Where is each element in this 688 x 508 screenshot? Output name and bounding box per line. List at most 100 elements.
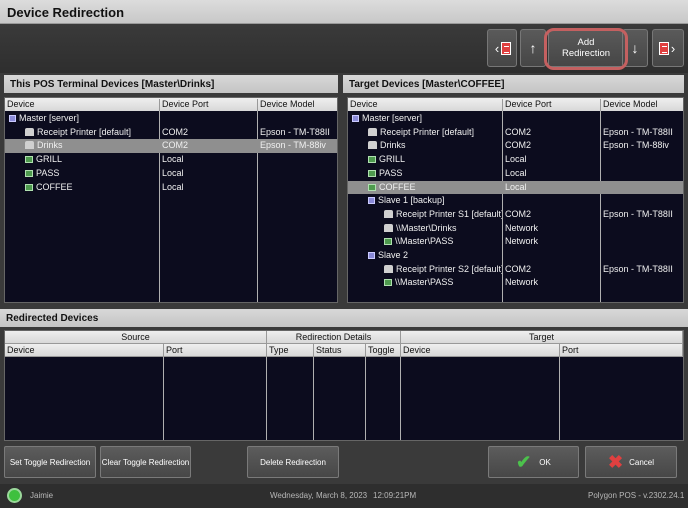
column-target-device[interactable]: Device (401, 344, 560, 357)
device-name-text: COFFEE (36, 181, 73, 192)
current-time: 12:09:21PM (373, 491, 417, 500)
device-row[interactable]: Drinks COM2 Epson - TM-88iv (5, 139, 337, 154)
set-toggle-redirection-button[interactable]: Set Toggle Redirection (4, 446, 96, 478)
right-device-tree[interactable]: Device Device Port Device Model Master [… (347, 97, 684, 303)
device-model: Epson - TM-88iv (603, 140, 669, 151)
display-icon (368, 169, 376, 177)
device-model: Epson - TM-88iv (260, 140, 326, 151)
device-name-text: \\Master\Drinks (396, 222, 457, 233)
device-name: \\Master\PASS (384, 235, 502, 248)
next-button[interactable]: › (652, 29, 684, 67)
device-row[interactable]: GRILL Local (5, 153, 337, 167)
ok-button[interactable]: ✔ OK (488, 446, 579, 478)
device-row[interactable]: \\Master\PASS Network (348, 276, 683, 290)
device-row[interactable]: Receipt Printer [default] COM2 Epson - TM-… (5, 126, 337, 140)
add-redirection-button[interactable]: Add Redirection (548, 29, 624, 67)
device-name-text: COFFEE (379, 181, 416, 192)
column-source-device[interactable]: Device (5, 344, 164, 357)
device-name: \\Master\Drinks (384, 222, 502, 235)
device-name: Slave 1 [backup] (368, 194, 502, 207)
device-row[interactable]: \\Master\Drinks Network (348, 222, 683, 236)
display-icon (368, 156, 376, 164)
device-row[interactable]: PASS Local (348, 167, 683, 181)
column-device-model[interactable]: Device Model (601, 99, 683, 111)
right-panel-title: Target Devices [Master\COFFEE] (343, 75, 684, 93)
display-icon (384, 279, 392, 287)
add-redirection-label-2: Redirection (561, 48, 611, 59)
status-bar: Jaimie Wednesday, March 8, 2023 12:09:21… (0, 484, 688, 508)
device-model: Epson - TM-T88II (603, 208, 673, 219)
column-device[interactable]: Device (348, 99, 503, 111)
device-name: Receipt Printer S2 [default] (384, 263, 502, 276)
device-port: Local (505, 167, 527, 178)
column-device-model[interactable]: Device Model (258, 99, 337, 111)
previous-button[interactable]: ‹ (487, 29, 517, 67)
device-row[interactable]: COFFEE Local (348, 180, 683, 195)
column-source-port[interactable]: Port (164, 344, 267, 357)
device-name: Master [server] (9, 112, 159, 125)
document-icon (658, 41, 669, 55)
column-device[interactable]: Device (5, 99, 160, 111)
printer-icon (384, 209, 393, 218)
display-icon (25, 169, 33, 177)
column-toggle[interactable]: Toggle (366, 344, 401, 357)
device-port: COM2 (505, 208, 532, 219)
device-port: Local (505, 181, 527, 192)
move-down-button[interactable]: ↓ (622, 29, 648, 67)
device-name-text: Drinks (37, 140, 63, 151)
cancel-button[interactable]: ✖ Cancel (585, 446, 677, 478)
device-name: Receipt Printer S1 [default] (384, 208, 502, 221)
clear-toggle-redirection-button[interactable]: Clear Toggle Redirection (100, 446, 191, 478)
cancel-label: Cancel (629, 457, 654, 467)
device-row[interactable]: Receipt Printer S1 [default] COM2 Epson - … (348, 208, 683, 222)
device-name-text: Master [server] (19, 113, 80, 123)
device-row[interactable]: \\Master\PASS Network (348, 235, 683, 249)
device-name-text: GRILL (36, 154, 63, 165)
column-status[interactable]: Status (314, 344, 366, 357)
delete-redirection-button[interactable]: Delete Redirection (247, 446, 339, 478)
device-row[interactable]: Receipt Printer [default] COM2 Epson - TM-… (348, 126, 683, 140)
device-name: Drinks (25, 139, 159, 152)
device-row[interactable]: GRILL Local (348, 153, 683, 167)
device-port: Network (505, 277, 539, 288)
group-target: Target (401, 331, 683, 344)
server-icon (352, 115, 359, 122)
server-icon (9, 115, 16, 122)
device-name: Slave 2 (368, 249, 502, 262)
device-name: \\Master\PASS (384, 276, 502, 289)
redirected-devices-grid[interactable]: Source Redirection Details Target Device… (4, 330, 684, 441)
printer-icon (368, 141, 377, 150)
device-name-text: Master [server] (362, 113, 423, 123)
device-port: COM2 (162, 140, 189, 151)
device-row[interactable]: Slave 1 [backup] (348, 194, 683, 208)
printer-icon (25, 127, 34, 136)
printer-icon (384, 264, 393, 273)
device-row[interactable]: Master [server] (348, 112, 683, 126)
device-row[interactable]: COFFEE Local (5, 181, 337, 195)
device-row[interactable]: Drinks COM2 Epson - TM-88iv (348, 139, 683, 153)
device-row[interactable]: Master [server] (5, 112, 337, 126)
device-port: COM2 (162, 126, 189, 137)
device-name-text: PASS (379, 167, 403, 178)
ok-label: OK (539, 457, 551, 467)
device-row[interactable]: PASS Local (5, 167, 337, 181)
device-port: COM2 (505, 140, 532, 151)
device-name-text: Slave 1 [backup] (378, 195, 445, 206)
left-device-tree[interactable]: Device Device Port Device Model Master [… (4, 97, 338, 303)
display-icon (368, 183, 376, 191)
toolbar: ‹ ↑ Add Redirection ↓ › (0, 24, 688, 73)
online-status-icon (7, 488, 22, 503)
move-up-button[interactable]: ↑ (520, 29, 546, 67)
device-port: Local (162, 154, 184, 165)
column-device-port[interactable]: Device Port (160, 99, 258, 111)
device-port: COM2 (505, 126, 532, 137)
column-type[interactable]: Type (267, 344, 314, 357)
device-name: COFFEE (25, 181, 159, 194)
column-target-port[interactable]: Port (560, 344, 683, 357)
device-port: COM2 (505, 263, 532, 274)
device-row[interactable]: Slave 2 (348, 249, 683, 263)
column-device-port[interactable]: Device Port (503, 99, 601, 111)
device-row[interactable]: Receipt Printer S2 [default] COM2 Epson - … (348, 263, 683, 277)
device-model: Epson - TM-T88II (603, 126, 673, 137)
chevron-left-icon: ‹ (494, 40, 500, 56)
